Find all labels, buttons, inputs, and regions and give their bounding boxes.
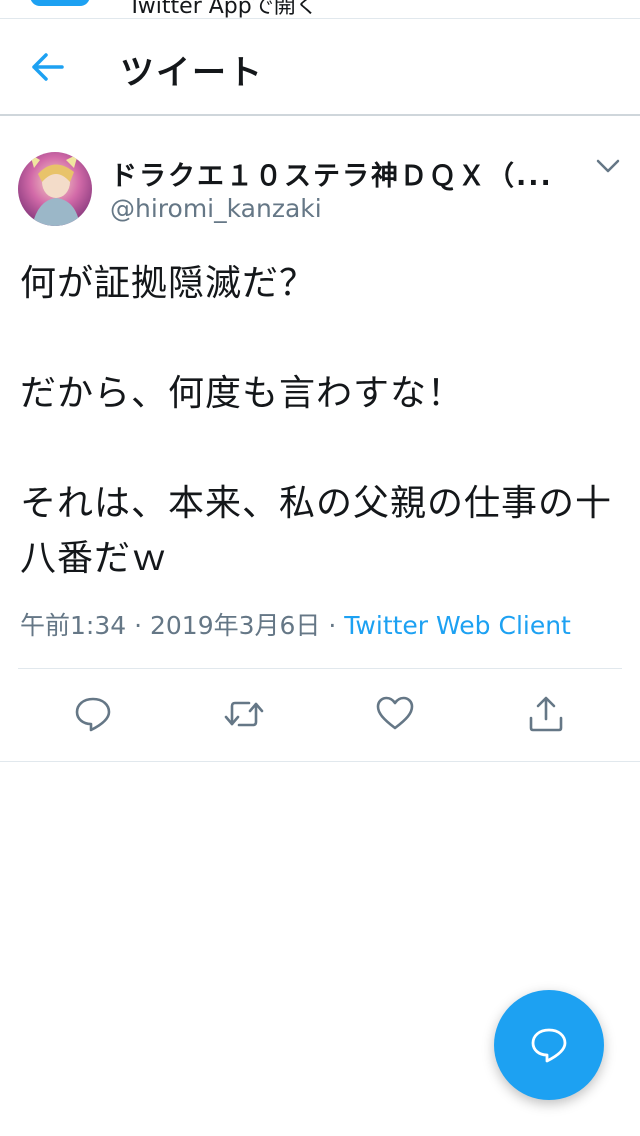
- tweet-meta: 午前1:34 · 2019年3月6日 · Twitter Web Client: [20, 606, 571, 642]
- chevron-down-icon[interactable]: [594, 156, 622, 176]
- app-pill: [30, 0, 90, 6]
- tweet-text: 何が証拠隠滅だ？ だから、何度も言わすな！ それは、本来、私の父親の仕事の十八番…: [20, 263, 613, 579]
- back-arrow-icon[interactable]: [28, 49, 68, 85]
- tweet-time: 午前1:34: [20, 611, 127, 640]
- tweet-date: 2019年3月6日: [150, 611, 321, 640]
- heart-icon[interactable]: [375, 694, 415, 734]
- share-icon[interactable]: [526, 694, 566, 734]
- page-title: ツイート: [120, 53, 264, 93]
- meta-separator-2: ·: [328, 611, 337, 640]
- compose-button[interactable]: [494, 990, 604, 1100]
- avatar[interactable]: [18, 152, 92, 226]
- header: ツイート: [0, 19, 640, 116]
- user-handle[interactable]: @hiromi_kanzaki: [110, 194, 322, 223]
- meta-separator: ·: [134, 611, 143, 640]
- reply-icon[interactable]: [73, 694, 113, 734]
- open-in-app-banner[interactable]: Twitter Appで開く: [0, 0, 640, 19]
- banner-text: Twitter Appで開く: [128, 0, 318, 19]
- divider: [18, 668, 622, 669]
- tweet-client-link[interactable]: Twitter Web Client: [344, 611, 571, 640]
- retweet-icon[interactable]: [224, 694, 264, 734]
- tweet-actions: [0, 688, 640, 748]
- display-name[interactable]: ドラクエ１０ステラ神ＤＱＸ（...: [110, 154, 553, 193]
- compose-bubble-icon: [531, 1028, 567, 1063]
- divider: [0, 761, 640, 762]
